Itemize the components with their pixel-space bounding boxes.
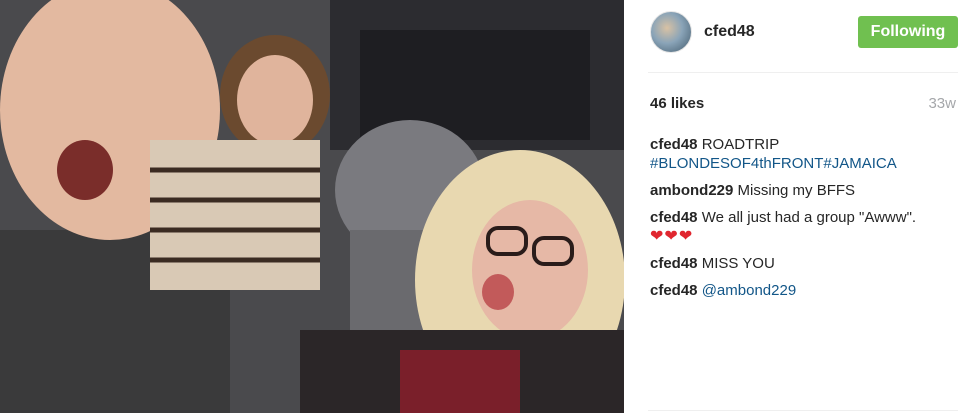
post-age[interactable]: 33w	[928, 95, 956, 112]
comment-item: cfed48 MISS YOU	[650, 254, 960, 273]
post-stats: 46 likes 33w	[650, 95, 956, 112]
comment-text: We all just had a group "Awww".	[701, 209, 917, 226]
comment-author[interactable]: cfed48	[650, 255, 698, 272]
mention-link[interactable]: @ambond229	[702, 282, 796, 299]
comment-text: ROADTRIP	[701, 136, 780, 153]
likes-count[interactable]: 46 likes	[650, 95, 704, 112]
post-photo[interactable]	[0, 0, 624, 413]
comment-author[interactable]: cfed48	[650, 209, 698, 226]
following-button[interactable]: Following	[858, 16, 958, 48]
comment-author[interactable]: cfed48	[650, 136, 698, 153]
comment-item: cfed48 @ambond229	[650, 281, 960, 300]
comment-text: Missing my BFFS	[737, 182, 856, 199]
comment-author[interactable]: ambond229	[650, 182, 733, 199]
avatar[interactable]	[650, 11, 692, 53]
comments-list: cfed48 ROADTRIP #BLONDESOF4thFRONT#JAMAI…	[650, 135, 960, 308]
photo-illustration	[0, 0, 624, 413]
post-details-panel: cfed48 Following 46 likes 33w cfed48 ROA…	[624, 0, 980, 413]
bottom-divider	[648, 410, 958, 411]
comment-author[interactable]: cfed48	[650, 282, 698, 299]
hashtag-link[interactable]: #BLONDESOF4thFRONT#JAMAICA	[650, 155, 897, 172]
header-divider	[648, 72, 958, 73]
username-link[interactable]: cfed48	[704, 23, 858, 41]
comment-item: ambond229 Missing my BFFS	[650, 181, 960, 200]
post-header: cfed48 Following	[650, 10, 958, 54]
heart-emoji-icon: ❤❤❤	[650, 228, 694, 245]
comment-text: MISS YOU	[701, 255, 775, 272]
comment-item: cfed48 ROADTRIP #BLONDESOF4thFRONT#JAMAI…	[650, 135, 960, 173]
comment-item: cfed48 We all just had a group "Awww". ❤…	[650, 208, 960, 246]
